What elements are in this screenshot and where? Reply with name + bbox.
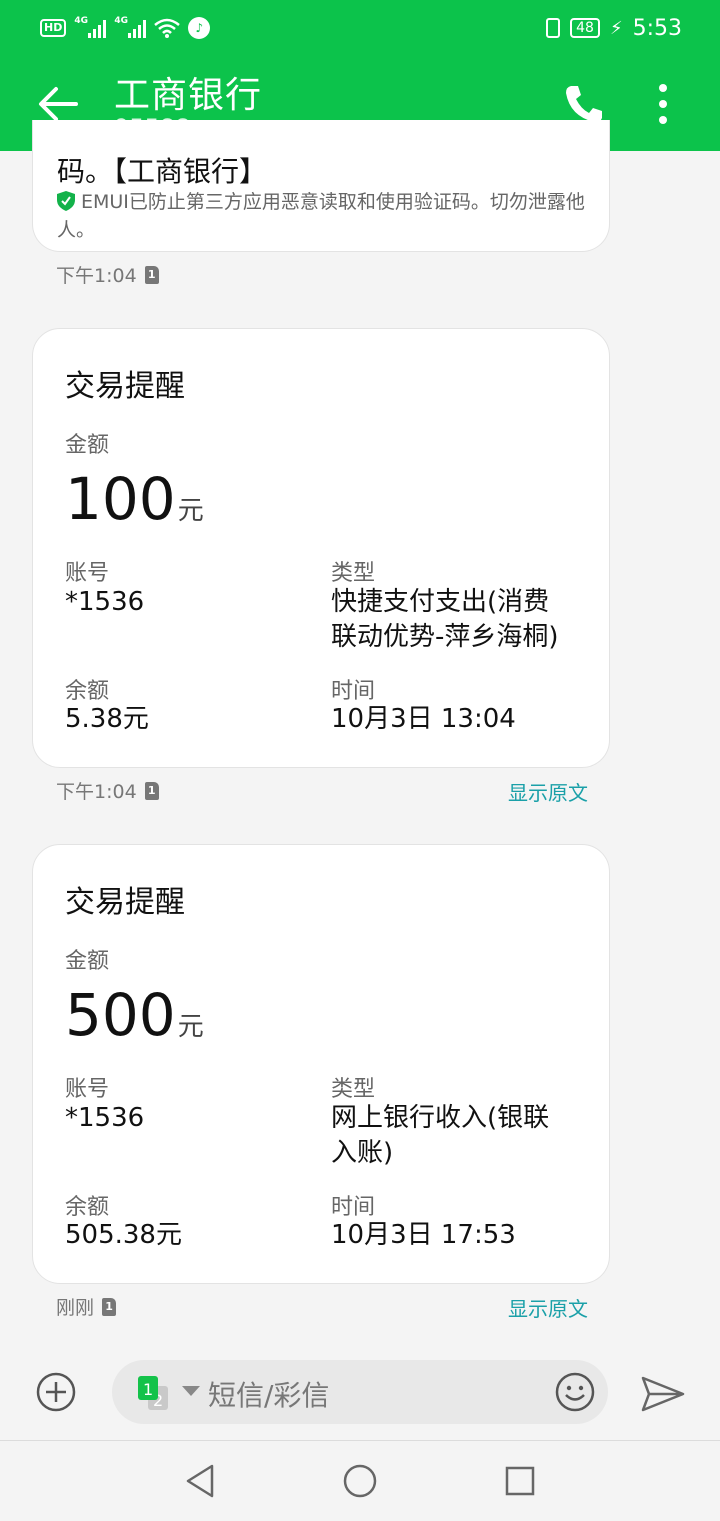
message-time: 下午1:04: [56, 265, 137, 287]
amount-number: 500: [65, 981, 176, 1049]
account-label: 账号: [65, 1077, 110, 1102]
security-warning: EMUI已防止第三方应用恶意读取和使用验证码。切勿泄露他人。: [57, 188, 587, 244]
hd-badge: HD: [40, 19, 67, 37]
type-label: 类型: [331, 1077, 376, 1102]
balance-label: 余额: [65, 679, 110, 704]
balance-value: 5.38元: [65, 704, 149, 734]
nav-recents-icon[interactable]: [502, 1463, 538, 1499]
vibrate-icon: [546, 18, 561, 38]
chevron-down-icon[interactable]: [182, 1386, 200, 1396]
network-label-2: 4G: [114, 16, 128, 26]
type-label: 类型: [331, 561, 376, 586]
type-value-line2: 入账): [331, 1138, 394, 1168]
contact-name: 工商银行: [114, 75, 263, 116]
amount-value: 100元: [65, 469, 204, 541]
nav-back-icon[interactable]: [182, 1463, 218, 1499]
amount-label: 金额: [65, 433, 110, 458]
amount-unit: 元: [177, 1012, 204, 1042]
time-value: 10月3日 13:04: [331, 704, 516, 734]
add-icon[interactable]: [36, 1372, 76, 1412]
composer: 2 1 短信/彩信: [0, 1352, 720, 1436]
type-value-line1: 网上银行收入(银联: [331, 1103, 550, 1133]
send-icon[interactable]: [640, 1374, 686, 1414]
signal-icon: 4G: [74, 16, 107, 38]
shield-icon: [57, 191, 75, 211]
warning-text: EMUI已防止第三方应用恶意读取和使用验证码。切勿泄露他人。: [57, 191, 585, 241]
transaction-card[interactable]: 交易提醒 金额 100元 账号 *1536 类型 快捷支付支出(消费 联动优势-…: [32, 328, 610, 768]
volume-icon: ♪: [188, 17, 211, 39]
sim-select-icon[interactable]: 2 1: [136, 1376, 176, 1410]
time-label: 时间: [331, 679, 376, 704]
message-text: 码。【工商银行】: [57, 155, 268, 188]
navigation-bar: [0, 1440, 720, 1521]
battery-icon: 48: [570, 18, 600, 38]
transaction-card[interactable]: 交易提醒 金额 500元 账号 *1536 类型 网上银行收入(银联 入账) 余…: [32, 844, 610, 1284]
balance-value: 505.38元: [65, 1220, 182, 1250]
card-title: 交易提醒: [65, 885, 185, 920]
amount-label: 金额: [65, 949, 110, 974]
message-input[interactable]: 2 1 短信/彩信: [112, 1360, 608, 1424]
sim-icon: 1: [144, 781, 159, 800]
message-bubble[interactable]: 码。【工商银行】 EMUI已防止第三方应用恶意读取和使用验证码。切勿泄露他人。: [32, 120, 610, 252]
sim-icon: 1: [144, 265, 159, 284]
wifi-icon: [154, 18, 181, 38]
sim1-label: 1: [143, 1380, 153, 1399]
time-value: 10月3日 17:53: [331, 1220, 516, 1250]
show-original-link[interactable]: 显示原文: [508, 1293, 588, 1322]
message-meta: 下午1:04 1: [56, 261, 159, 288]
balance-label: 余额: [65, 1195, 110, 1220]
input-placeholder: 短信/彩信: [208, 1379, 330, 1412]
card-title: 交易提醒: [65, 369, 185, 404]
time-label: 时间: [331, 1195, 376, 1220]
amount-value: 500元: [65, 985, 204, 1057]
amount-unit: 元: [177, 496, 204, 526]
account-value: *1536: [65, 1103, 145, 1133]
type-value-line1: 快捷支付支出(消费: [331, 587, 550, 617]
account-label: 账号: [65, 561, 110, 586]
signal-icon-2: 4G: [114, 16, 147, 38]
type-value-line2: 联动优势-萍乡海桐): [331, 622, 559, 652]
clock: 5:53: [632, 15, 682, 41]
message-time: 下午1:04: [56, 781, 137, 803]
nav-home-icon[interactable]: [342, 1463, 378, 1499]
show-original-link[interactable]: 显示原文: [508, 777, 588, 806]
network-label: 4G: [74, 16, 88, 26]
charging-icon: ⚡: [609, 17, 623, 39]
status-bar: HD 4G 4G ♪ 48 ⚡ 5:53: [0, 0, 720, 56]
amount-number: 100: [65, 465, 176, 533]
account-value: *1536: [65, 587, 145, 617]
message-time: 刚刚: [56, 1297, 95, 1319]
emoji-icon[interactable]: [554, 1371, 596, 1413]
message-meta: 下午1:04 1: [56, 777, 159, 804]
message-meta: 刚刚 1: [56, 1293, 117, 1320]
sim-icon: 1: [102, 1297, 117, 1316]
more-icon[interactable]: [648, 82, 678, 126]
